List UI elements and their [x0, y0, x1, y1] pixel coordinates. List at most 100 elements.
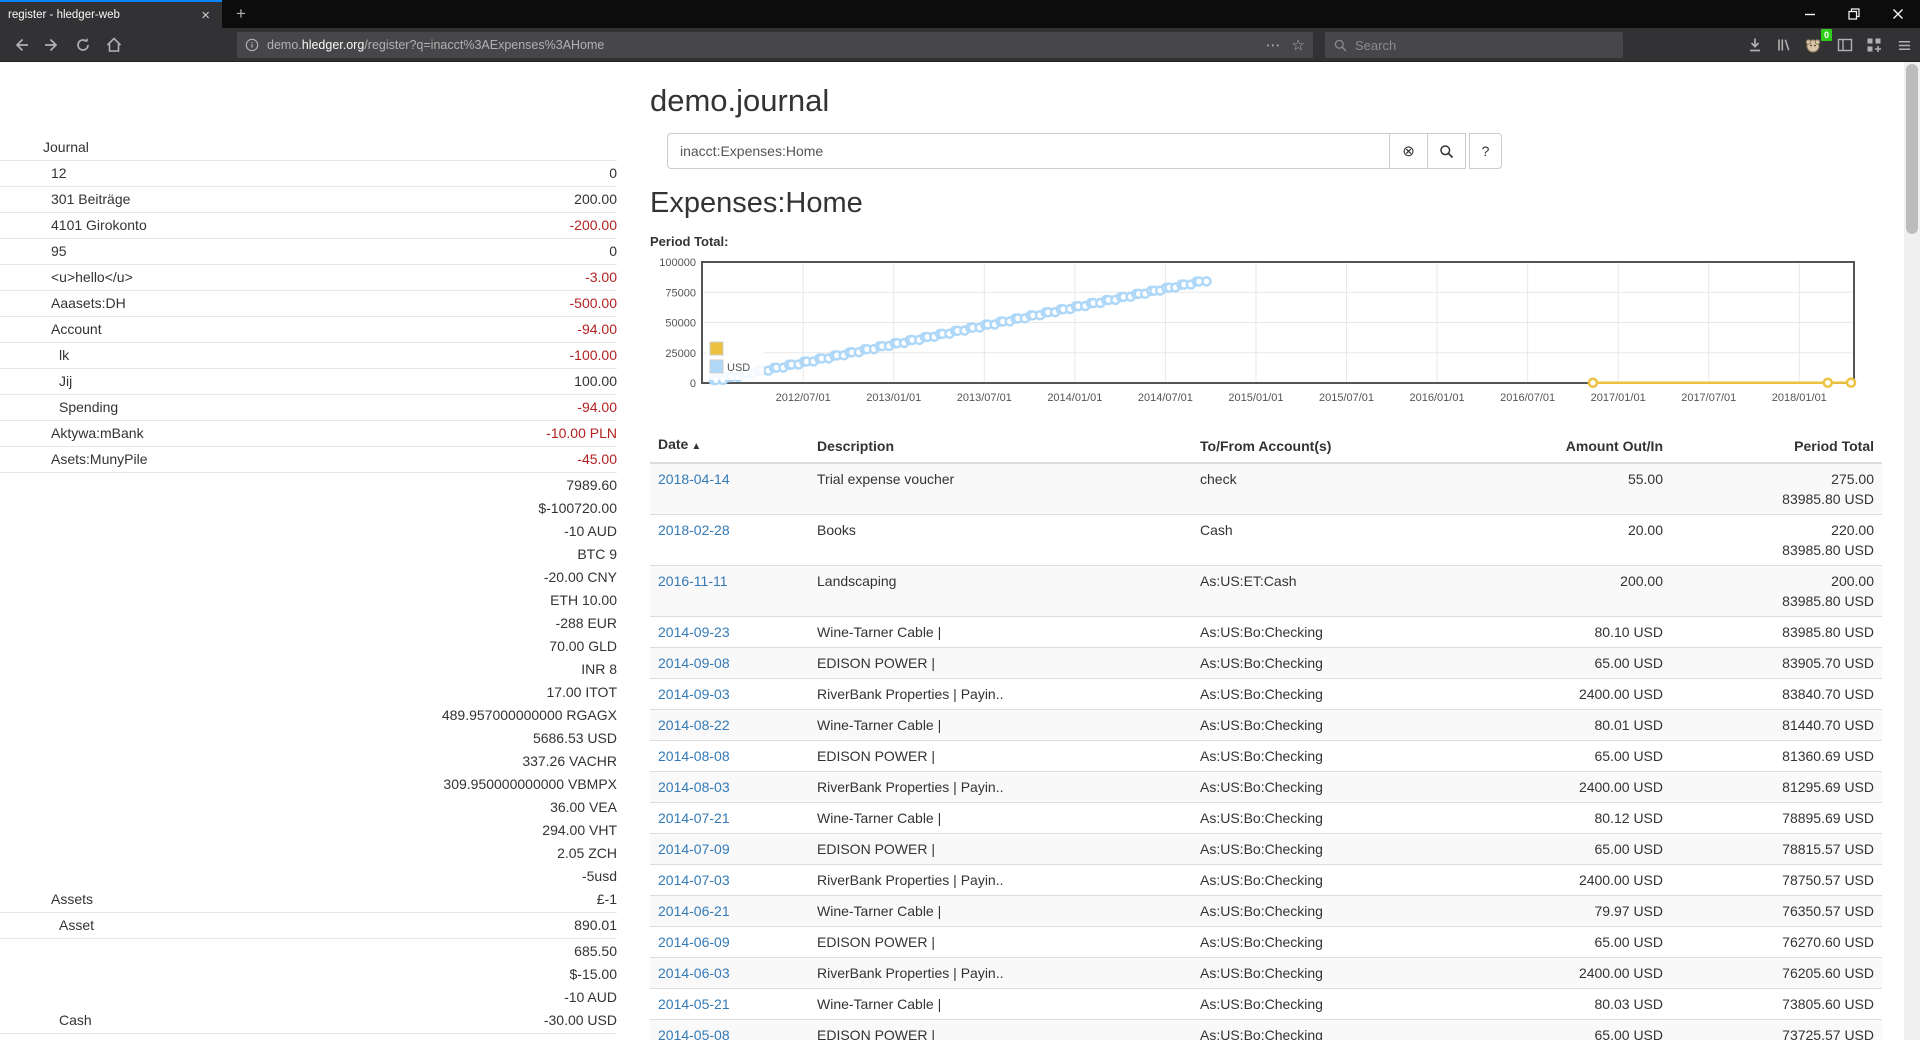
transaction-date-link[interactable]: 2014-08-08 — [658, 748, 730, 764]
reload-button[interactable] — [69, 31, 97, 59]
sidebar-account-row[interactable]: -117.00 — [0, 1034, 617, 1040]
transaction-date-link[interactable]: 2014-08-22 — [658, 717, 730, 733]
account-name[interactable]: Account — [51, 318, 102, 341]
register-row[interactable]: 2014-06-09EDISON POWER |As:US:Bo:Checkin… — [650, 927, 1882, 958]
register-row[interactable]: 2014-05-21Wine-Tarner Cable |As:US:Bo:Ch… — [650, 989, 1882, 1020]
transaction-date-link[interactable]: 2014-09-03 — [658, 686, 730, 702]
help-button[interactable]: ? — [1469, 133, 1502, 169]
col-account[interactable]: To/From Account(s) — [1192, 429, 1492, 463]
tab-close-icon[interactable]: × — [197, 7, 214, 24]
sidebar-account-row[interactable]: <u>hello</u>-3.00 — [0, 265, 617, 291]
transaction-date-link[interactable]: 2014-05-08 — [658, 1027, 730, 1040]
register-row[interactable]: 2018-02-28BooksCash20.00220.0083985.80 U… — [650, 515, 1882, 566]
new-tab-button[interactable]: + — [228, 0, 254, 28]
sidebars-button[interactable] — [1832, 33, 1858, 57]
back-button[interactable] — [7, 31, 35, 59]
col-date[interactable]: Date▲ — [650, 429, 809, 463]
sidebar-account-row[interactable]: Asets:MunyPile-45.00 — [0, 447, 617, 473]
transaction-period-total: 76270.60 USD — [1671, 927, 1882, 958]
extension-button[interactable]: 0 — [1800, 33, 1826, 57]
account-name[interactable]: <u>hello</u> — [51, 266, 133, 289]
register-row[interactable]: 2016-11-11LandscapingAs:US:ET:Cash200.00… — [650, 566, 1882, 617]
sidebar-account-row[interactable]: Assets7989.60$-100720.00-10 AUDBTC 9-20.… — [0, 473, 617, 913]
col-description[interactable]: Description — [809, 429, 1192, 463]
transaction-date-link[interactable]: 2014-05-21 — [658, 996, 730, 1012]
window-restore-button[interactable] — [1832, 0, 1876, 28]
account-name[interactable]: Jij — [59, 370, 72, 393]
sidebar-account-row[interactable]: lk-100.00 — [0, 343, 617, 369]
menu-button[interactable] — [1891, 33, 1917, 57]
query-input[interactable] — [667, 133, 1390, 169]
transaction-date-link[interactable]: 2014-07-09 — [658, 841, 730, 857]
register-row[interactable]: 2014-08-08EDISON POWER |As:US:Bo:Checkin… — [650, 741, 1882, 772]
account-name[interactable]: Assets — [51, 888, 93, 911]
account-name[interactable]: Aktywa:mBank — [51, 422, 144, 445]
sidebar-account-row[interactable]: Aaasets:DH-500.00 — [0, 291, 617, 317]
register-row[interactable]: 2014-07-03RiverBank Properties | Payin..… — [650, 865, 1882, 896]
sidebar-journal-link[interactable]: Journal — [0, 135, 617, 161]
home-button[interactable] — [100, 31, 128, 59]
window-close-button[interactable] — [1876, 0, 1920, 28]
account-name[interactable]: 12 — [51, 162, 67, 185]
transaction-date-link[interactable]: 2014-07-03 — [658, 872, 730, 888]
browser-search-bar[interactable]: Search — [1325, 32, 1623, 58]
register-row[interactable]: 2014-06-21Wine-Tarner Cable |As:US:Bo:Ch… — [650, 896, 1882, 927]
page-scrollbar[interactable] — [1904, 62, 1920, 1040]
sidebar-account-row[interactable]: 301 Beiträge200.00 — [0, 187, 617, 213]
register-row[interactable]: 2014-07-09EDISON POWER |As:US:Bo:Checkin… — [650, 834, 1882, 865]
downloads-button[interactable] — [1742, 33, 1768, 57]
browser-tab[interactable]: register - hledger-web × — [0, 0, 222, 28]
sidebar-account-row[interactable]: Spending-94.00 — [0, 395, 617, 421]
sidebar-account-row[interactable]: Jij100.00 — [0, 369, 617, 395]
register-row[interactable]: 2018-04-14Trial expense vouchercheck55.0… — [650, 463, 1882, 515]
account-name[interactable]: 4101 Girokonto — [51, 214, 147, 237]
account-name[interactable]: 301 Beiträge — [51, 188, 130, 211]
register-row[interactable]: 2014-08-03RiverBank Properties | Payin..… — [650, 772, 1882, 803]
account-name[interactable]: Cash — [59, 1009, 92, 1032]
sidebar-account-row[interactable]: Account-94.00 — [0, 317, 617, 343]
transaction-date-link[interactable]: 2014-09-08 — [658, 655, 730, 671]
register-row[interactable]: 2014-06-03RiverBank Properties | Payin..… — [650, 958, 1882, 989]
account-name[interactable]: Asets:MunyPile — [51, 448, 147, 471]
transaction-date-link[interactable]: 2014-09-23 — [658, 624, 730, 640]
site-info-icon[interactable] — [245, 38, 259, 52]
transaction-date-link[interactable]: 2014-06-03 — [658, 965, 730, 981]
sidebar-account-row[interactable]: Cash685.50$-15.00-10 AUD-30.00 USD — [0, 939, 617, 1034]
account-name[interactable]: Spending — [59, 396, 118, 419]
col-period-total[interactable]: Period Total — [1671, 429, 1882, 463]
account-name[interactable]: 95 — [51, 240, 67, 263]
col-amount[interactable]: Amount Out/In — [1492, 429, 1671, 463]
register-row[interactable]: 2014-09-03RiverBank Properties | Payin..… — [650, 679, 1882, 710]
transaction-date-link[interactable]: 2014-07-21 — [658, 810, 730, 826]
forward-button[interactable] — [38, 31, 66, 59]
sidebar-account-row[interactable]: Aktywa:mBank-10.00 PLN — [0, 421, 617, 447]
window-minimize-button[interactable] — [1788, 0, 1832, 28]
library-button[interactable] — [1771, 33, 1797, 57]
bookmark-star-icon[interactable]: ☆ — [1292, 36, 1305, 54]
transaction-date-link[interactable]: 2014-06-21 — [658, 903, 730, 919]
scrollbar-thumb[interactable] — [1906, 64, 1918, 234]
transaction-date-link[interactable]: 2014-06-09 — [658, 934, 730, 950]
account-name[interactable]: lk — [59, 344, 69, 367]
transaction-date-link[interactable]: 2018-02-28 — [658, 522, 730, 538]
sidebar-account-row[interactable]: 4101 Girokonto-200.00 — [0, 213, 617, 239]
journal-label[interactable]: Journal — [43, 136, 89, 159]
register-row[interactable]: 2014-08-22Wine-Tarner Cable |As:US:Bo:Ch… — [650, 710, 1882, 741]
sidebar-account-row[interactable]: 120 — [0, 161, 617, 187]
register-row[interactable]: 2014-09-08EDISON POWER |As:US:Bo:Checkin… — [650, 648, 1882, 679]
url-bar[interactable]: demo.hledger.org/register?q=inacct%3AExp… — [237, 32, 1313, 58]
account-name[interactable]: Asset — [59, 914, 94, 937]
sidebar-account-row[interactable]: 950 — [0, 239, 617, 265]
register-row[interactable]: 2014-05-08EDISON POWER |As:US:Bo:Checkin… — [650, 1020, 1882, 1040]
apps-grid-button[interactable] — [1861, 33, 1887, 57]
search-button[interactable] — [1428, 133, 1466, 169]
clear-query-button[interactable]: ⊗ — [1390, 133, 1428, 169]
page-actions-icon[interactable]: ⋯ — [1266, 36, 1282, 54]
transaction-date-link[interactable]: 2014-08-03 — [658, 779, 730, 795]
transaction-date-link[interactable]: 2016-11-11 — [658, 573, 728, 589]
account-name[interactable]: Aaasets:DH — [51, 292, 126, 315]
register-row[interactable]: 2014-09-23Wine-Tarner Cable |As:US:Bo:Ch… — [650, 617, 1882, 648]
transaction-date-link[interactable]: 2018-04-14 — [658, 471, 730, 487]
sidebar-account-row[interactable]: Asset890.01 — [0, 913, 617, 939]
register-row[interactable]: 2014-07-21Wine-Tarner Cable |As:US:Bo:Ch… — [650, 803, 1882, 834]
